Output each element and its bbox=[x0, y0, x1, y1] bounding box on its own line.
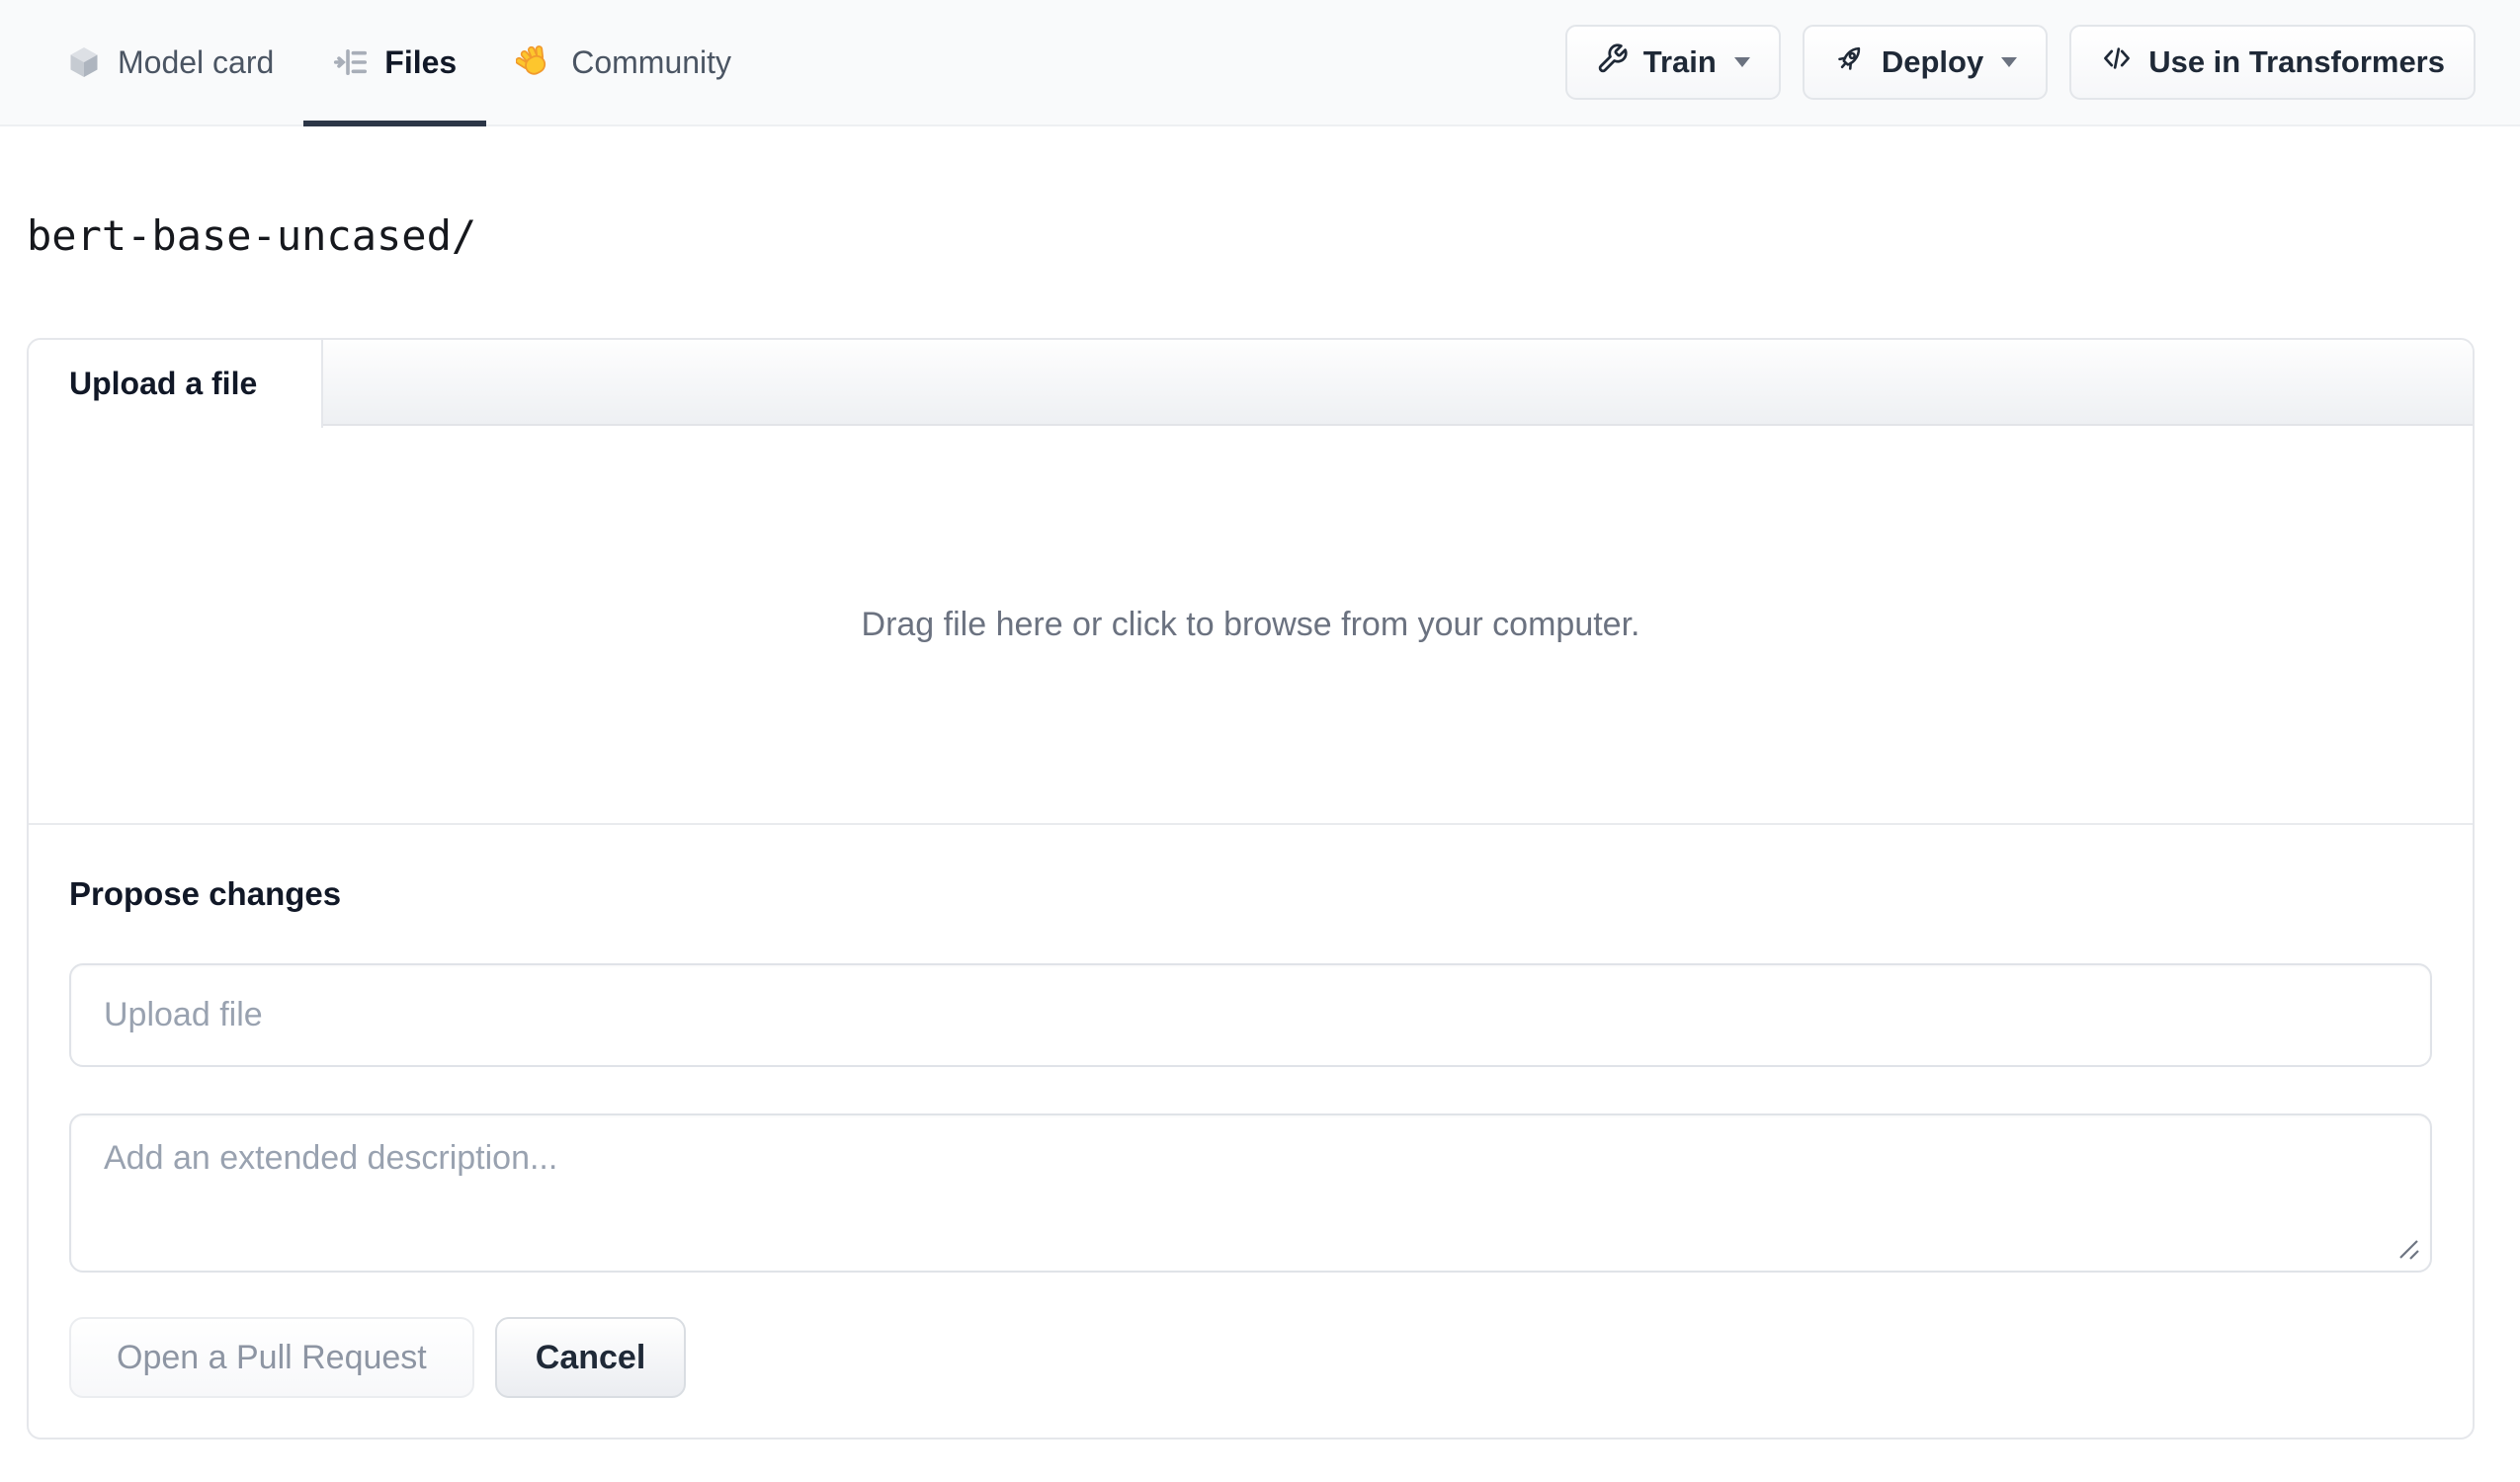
resize-grip-icon[interactable] bbox=[2392, 1232, 2423, 1264]
propose-actions-row: Open a Pull Request Cancel bbox=[69, 1317, 2432, 1399]
wrench-icon bbox=[1596, 42, 1629, 83]
tab-community-label: Community bbox=[571, 43, 732, 80]
extended-description-textarea[interactable] bbox=[69, 1113, 2432, 1274]
header-actions: Train Deploy Use in Transformers bbox=[1564, 0, 2476, 124]
page-header: Model card Files Community Train Deploy … bbox=[0, 0, 2520, 126]
tab-files-label: Files bbox=[384, 43, 458, 80]
repo-tab-bar: Model card Files Community bbox=[37, 0, 761, 126]
model-cube-icon bbox=[66, 44, 102, 80]
main-content: bert-base-uncased/ Upload a file Drag fi… bbox=[0, 211, 2520, 1441]
dropzone-text: Drag file here or click to browse from y… bbox=[861, 605, 1640, 643]
use-in-transformers-button[interactable]: Use in Transformers bbox=[2069, 25, 2476, 100]
tab-upload-a-file[interactable]: Upload a file bbox=[29, 340, 323, 429]
rocket-icon bbox=[1833, 41, 1867, 83]
caret-down-icon bbox=[1733, 57, 1750, 67]
train-button-label: Train bbox=[1642, 44, 1717, 79]
tab-files[interactable]: Files bbox=[303, 0, 487, 126]
files-list-icon bbox=[333, 44, 369, 80]
use-in-transformers-label: Use in Transformers bbox=[2148, 44, 2445, 79]
tab-upload-a-file-label: Upload a file bbox=[69, 366, 258, 402]
description-field-wrap bbox=[69, 1113, 2432, 1274]
tab-community[interactable]: Community bbox=[486, 0, 761, 124]
tab-model-card[interactable]: Model card bbox=[37, 0, 303, 124]
propose-changes-section: Propose changes Open a Pull Request Canc… bbox=[29, 825, 2473, 1438]
cancel-button[interactable]: Cancel bbox=[494, 1317, 687, 1399]
caret-down-icon bbox=[2001, 57, 2018, 67]
waving-hand-icon bbox=[516, 42, 555, 82]
code-icon bbox=[2100, 41, 2134, 83]
deploy-button-label: Deploy bbox=[1881, 44, 1984, 79]
tab-model-card-label: Model card bbox=[118, 43, 275, 80]
deploy-button[interactable]: Deploy bbox=[1802, 25, 2049, 100]
open-pull-request-button[interactable]: Open a Pull Request bbox=[69, 1317, 474, 1399]
repo-path: bert-base-uncased/ bbox=[27, 211, 477, 260]
upload-filename-input[interactable] bbox=[69, 963, 2432, 1068]
propose-changes-heading: Propose changes bbox=[69, 875, 342, 913]
upload-card: Upload a file Drag file here or click to… bbox=[27, 338, 2475, 1441]
train-button[interactable]: Train bbox=[1564, 25, 1781, 100]
file-dropzone[interactable]: Drag file here or click to browse from y… bbox=[29, 426, 2473, 826]
upload-card-tab-bar: Upload a file bbox=[29, 340, 2473, 429]
